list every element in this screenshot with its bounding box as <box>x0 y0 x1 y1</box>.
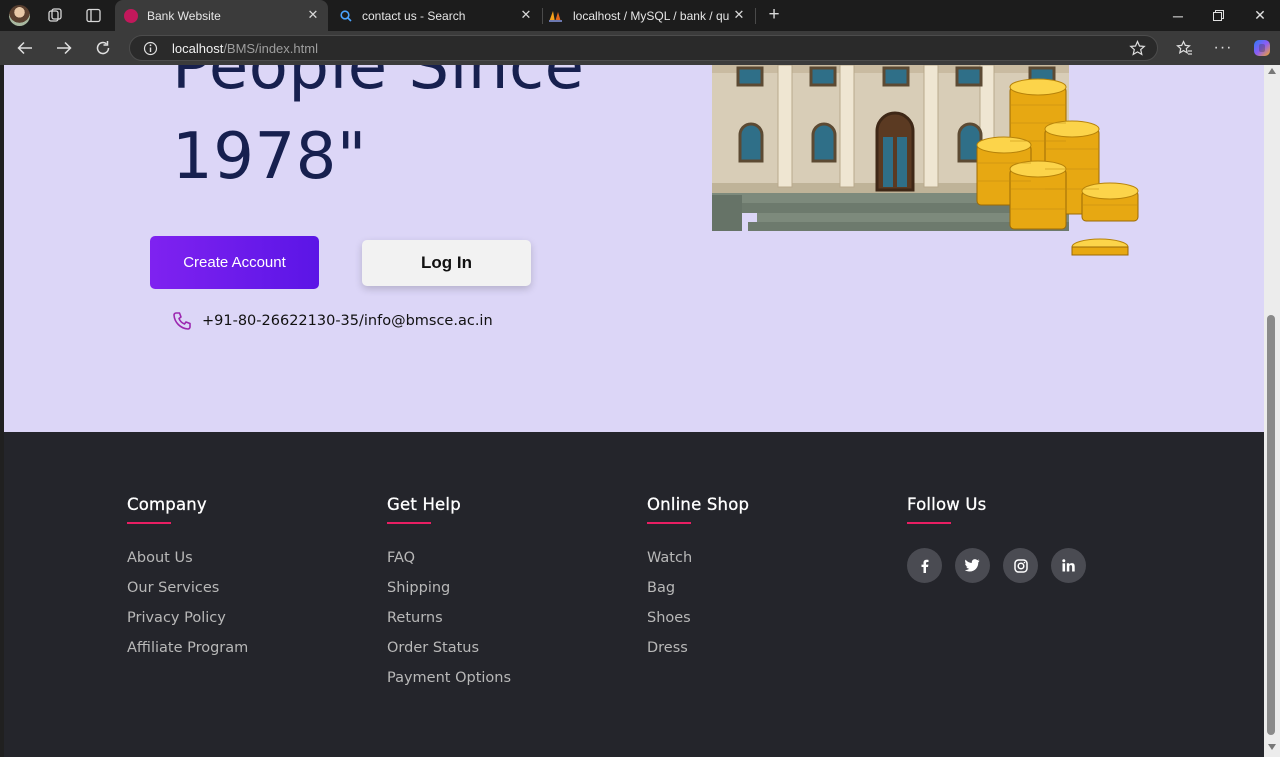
linkedin-icon[interactable] <box>1051 548 1086 583</box>
profile-avatar[interactable] <box>9 5 30 26</box>
tab-bank-website[interactable]: Bank Website ✕ <box>115 0 328 31</box>
heading-underline <box>387 522 431 524</box>
bank-building-illustration <box>712 65 1144 265</box>
close-tab-icon[interactable]: ✕ <box>306 8 320 22</box>
forward-button[interactable] <box>50 35 78 61</box>
tab-phpmyadmin[interactable]: localhost / MySQL / bank / querie ✕ <box>543 0 754 31</box>
footer-shop-heading: Online Shop <box>647 495 750 514</box>
phone-icon <box>172 311 192 331</box>
tab-title: contact us - Search <box>362 8 466 23</box>
heading-underline <box>127 522 171 524</box>
back-button[interactable] <box>11 35 39 61</box>
footer-company-heading: Company <box>127 495 207 514</box>
footer-link-order-status[interactable]: Order Status <box>387 638 511 668</box>
footer-shop-column: Online Shop Watch Bag Shoes Dress <box>647 495 749 668</box>
footer-link-dress[interactable]: Dress <box>647 638 749 668</box>
hero-heading-partial: People Since <box>172 65 585 104</box>
scroll-down-arrow-icon[interactable] <box>1268 744 1276 750</box>
footer-follow-heading: Follow Us <box>907 495 987 514</box>
minimize-button[interactable]: ─ <box>1158 0 1198 31</box>
heading-underline <box>647 522 691 524</box>
copilot-icon[interactable] <box>1248 35 1276 61</box>
footer-link-affiliate-program[interactable]: Affiliate Program <box>127 638 248 668</box>
phpmyadmin-favicon-icon <box>548 9 564 23</box>
create-account-button[interactable]: Create Account <box>150 236 319 289</box>
facebook-icon[interactable] <box>907 548 942 583</box>
footer-link-faq[interactable]: FAQ <box>387 548 511 578</box>
tab-separator <box>755 8 756 24</box>
heading-underline <box>907 522 951 524</box>
favorites-icon[interactable] <box>1170 35 1198 61</box>
footer-link-our-services[interactable]: Our Services <box>127 578 248 608</box>
footer-link-payment-options[interactable]: Payment Options <box>387 668 511 698</box>
search-favicon-icon <box>339 9 353 23</box>
workspaces-icon[interactable] <box>47 7 64 24</box>
twitter-icon[interactable] <box>955 548 990 583</box>
contact-info: +91-80-26622130-35/info@bmsce.ac.in <box>172 310 493 332</box>
close-window-button[interactable]: ✕ <box>1240 0 1280 31</box>
close-tab-icon[interactable]: ✕ <box>519 8 533 22</box>
url-text[interactable]: localhost/BMS/index.html <box>172 41 318 56</box>
hero-heading-year: 1978" <box>172 120 367 194</box>
tab-actions-icon[interactable] <box>85 7 102 24</box>
footer-company-column: Company About Us Our Services Privacy Po… <box>127 495 248 668</box>
url-host: localhost <box>172 41 224 56</box>
page-scrollbar[interactable] <box>1264 65 1280 757</box>
bank-favicon-icon <box>124 8 138 23</box>
social-links <box>907 548 1086 583</box>
new-tab-button[interactable]: + <box>764 5 784 25</box>
more-options-icon[interactable]: ··· <box>1209 35 1237 61</box>
browser-tab-strip: Bank Website ✕ contact us - Search ✕ loc… <box>0 0 1280 31</box>
footer-link-bag[interactable]: Bag <box>647 578 749 608</box>
url-path: /BMS/index.html <box>223 41 318 56</box>
site-footer: Company About Us Our Services Privacy Po… <box>4 432 1264 757</box>
footer-link-shipping[interactable]: Shipping <box>387 578 511 608</box>
footer-link-about-us[interactable]: About Us <box>127 548 248 578</box>
footer-link-watch[interactable]: Watch <box>647 548 749 578</box>
footer-link-shoes[interactable]: Shoes <box>647 608 749 638</box>
contact-text: +91-80-26622130-35/info@bmsce.ac.in <box>202 313 493 329</box>
close-tab-icon[interactable]: ✕ <box>732 8 746 22</box>
tab-title: Bank Website <box>147 8 221 23</box>
hero-section: People Since 1978" Create Account Log In… <box>4 65 1264 432</box>
footer-link-privacy-policy[interactable]: Privacy Policy <box>127 608 248 638</box>
tab-contact-search[interactable]: contact us - Search ✕ <box>330 0 541 31</box>
tab-title: localhost / MySQL / bank / querie <box>573 8 729 23</box>
refresh-button[interactable] <box>89 35 117 61</box>
footer-help-column: Get Help FAQ Shipping Returns Order Stat… <box>387 495 511 698</box>
footer-help-heading: Get Help <box>387 495 461 514</box>
instagram-icon[interactable] <box>1003 548 1038 583</box>
page-viewport: People Since 1978" Create Account Log In… <box>0 65 1280 757</box>
site-info-icon[interactable] <box>143 41 158 56</box>
footer-link-returns[interactable]: Returns <box>387 608 511 638</box>
restore-button[interactable] <box>1198 0 1238 31</box>
scrollbar-thumb[interactable] <box>1267 315 1275 735</box>
address-bar[interactable]: localhost/BMS/index.html <box>129 35 1158 61</box>
login-button[interactable]: Log In <box>362 240 531 286</box>
scroll-up-arrow-icon[interactable] <box>1268 68 1276 74</box>
add-favorite-star-icon[interactable] <box>1129 40 1146 57</box>
footer-follow-column: Follow Us <box>907 495 1086 583</box>
